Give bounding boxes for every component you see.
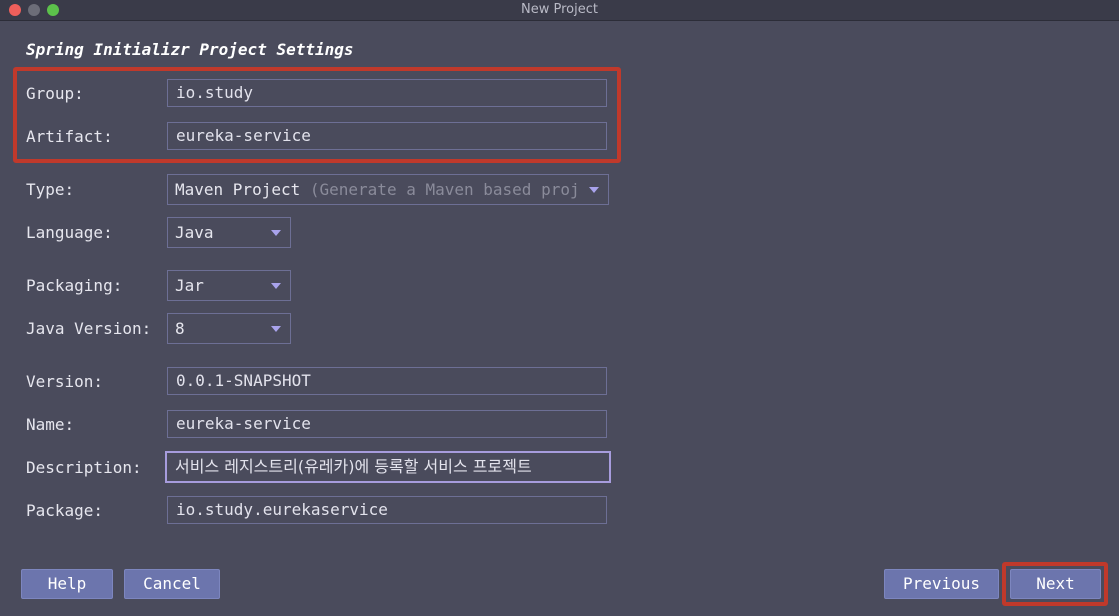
packaging-value: Jar <box>175 276 204 295</box>
description-label: Description: <box>26 458 142 477</box>
window-title: New Project <box>521 2 598 17</box>
packaging-label: Packaging: <box>26 276 123 295</box>
help-button[interactable]: Help <box>21 569 113 599</box>
version-label: Version: <box>26 372 104 391</box>
name-field[interactable]: eureka-service <box>167 410 607 438</box>
java-version-label: Java Version: <box>26 319 152 338</box>
previous-button[interactable]: Previous <box>884 569 999 599</box>
settings-heading: Spring Initializr Project Settings <box>26 40 354 59</box>
artifact-label: Artifact: <box>26 127 113 146</box>
description-field[interactable]: 서비스 레지스트리(유레카)에 등록할 서비스 프로젝트 <box>165 451 611 483</box>
group-label: Group: <box>26 84 84 103</box>
chevron-down-icon <box>271 326 281 332</box>
type-label: Type: <box>26 180 75 199</box>
language-select[interactable]: Java <box>167 217 291 248</box>
language-label: Language: <box>26 223 113 242</box>
type-value: Maven Project <box>175 180 301 199</box>
packaging-select[interactable]: Jar <box>167 270 291 301</box>
artifact-field[interactable]: eureka-service <box>167 122 607 150</box>
package-label: Package: <box>26 501 104 520</box>
next-button[interactable]: Next <box>1010 569 1101 599</box>
chevron-down-icon <box>271 283 281 289</box>
group-field[interactable]: io.study <box>167 79 607 107</box>
package-field[interactable]: io.study.eurekaservice <box>167 496 607 524</box>
new-project-window: New Project Spring Initializr Project Se… <box>0 0 1119 616</box>
java-version-select[interactable]: 8 <box>167 313 291 344</box>
language-value: Java <box>175 223 214 242</box>
java-version-value: 8 <box>175 319 185 338</box>
title-bar: New Project <box>0 0 1119 21</box>
type-select[interactable]: Maven Project (Generate a Maven based pr… <box>167 174 609 205</box>
type-hint: (Generate a Maven based proj <box>309 180 580 199</box>
version-field[interactable]: 0.0.1-SNAPSHOT <box>167 367 607 395</box>
chevron-down-icon <box>271 230 281 236</box>
chevron-down-icon <box>589 187 599 193</box>
cancel-button[interactable]: Cancel <box>124 569 220 599</box>
name-label: Name: <box>26 415 75 434</box>
